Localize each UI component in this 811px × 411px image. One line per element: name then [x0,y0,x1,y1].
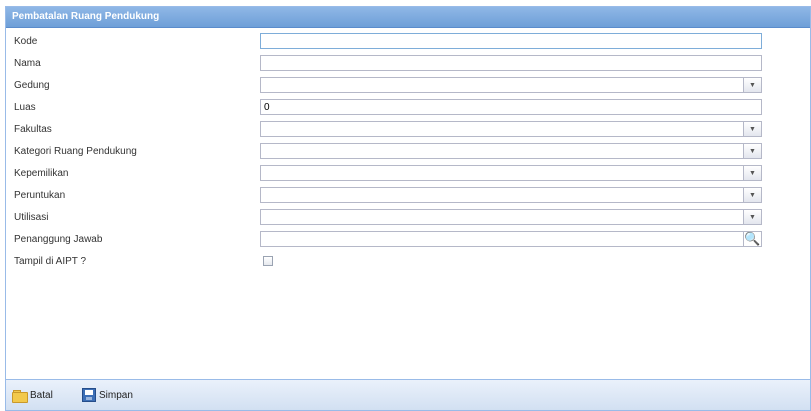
simpan-label: Simpan [99,389,133,401]
label-kode: Kode [14,36,38,47]
row-kepemilikan: Kepemilikan ▼ [6,164,810,184]
label-gedung: Gedung [14,80,50,91]
row-peruntukan: Peruntukan ▼ [6,186,810,206]
row-penanggung: Penanggung Jawab 🔍 [6,230,810,250]
panel-header: Pembatalan Ruang Pendukung [6,7,810,28]
peruntukan-dropdown-icon[interactable]: ▼ [744,187,762,203]
form-body: Kode Nama Gedung ▼ Luas Fakultas ▼ Kateg… [6,28,810,380]
kategori-combo[interactable] [260,143,744,159]
row-fakultas: Fakultas ▼ [6,120,810,140]
fakultas-dropdown-icon[interactable]: ▼ [744,121,762,137]
row-kode: Kode [6,32,810,52]
utilisasi-dropdown-icon[interactable]: ▼ [744,209,762,225]
label-kategori: Kategori Ruang Pendukung [14,146,137,157]
kepemilikan-dropdown-icon[interactable]: ▼ [744,165,762,181]
search-icon[interactable]: 🔍 [744,231,762,247]
gedung-dropdown-icon[interactable]: ▼ [744,77,762,93]
batal-label: Batal [30,389,53,401]
row-kategori: Kategori Ruang Pendukung ▼ [6,142,810,162]
row-luas: Luas [6,98,810,118]
row-tampil: Tampil di AIPT ? [6,252,810,272]
save-icon [82,388,96,402]
row-gedung: Gedung ▼ [6,76,810,96]
label-kepemilikan: Kepemilikan [14,168,69,179]
peruntukan-combo[interactable] [260,187,744,203]
row-utilisasi: Utilisasi ▼ [6,208,810,228]
form-panel: Pembatalan Ruang Pendukung Kode Nama Ged… [5,6,811,411]
row-nama: Nama [6,54,810,74]
label-tampil: Tampil di AIPT ? [14,256,87,267]
simpan-button[interactable]: Simpan [82,387,133,403]
kategori-dropdown-icon[interactable]: ▼ [744,143,762,159]
label-nama: Nama [14,58,41,69]
label-peruntukan: Peruntukan [14,190,66,201]
folder-icon [12,388,28,403]
tampil-checkbox[interactable] [263,256,273,266]
nama-input[interactable] [260,55,762,71]
panel-title: Pembatalan Ruang Pendukung [12,11,160,22]
penanggung-input[interactable] [260,231,744,247]
form-toolbar: Batal Simpan [6,379,810,410]
label-fakultas: Fakultas [14,124,52,135]
utilisasi-combo[interactable] [260,209,744,225]
label-penanggung: Penanggung Jawab [14,234,103,245]
luas-input[interactable] [260,99,762,115]
batal-button[interactable]: Batal [12,387,53,403]
kode-input[interactable] [260,33,762,49]
gedung-combo[interactable] [260,77,744,93]
kepemilikan-combo[interactable] [260,165,744,181]
fakultas-combo[interactable] [260,121,744,137]
label-luas: Luas [14,102,36,113]
label-utilisasi: Utilisasi [14,212,49,223]
